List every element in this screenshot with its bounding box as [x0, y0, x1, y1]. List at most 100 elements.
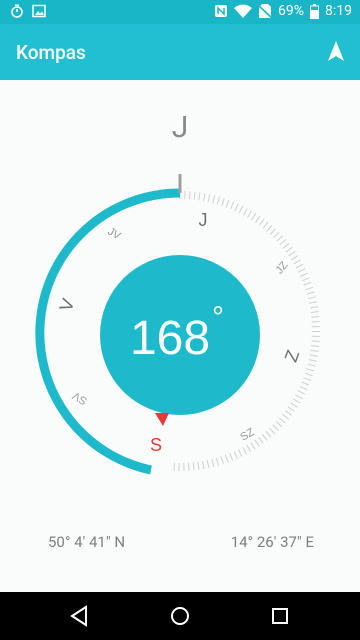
tick-mark: [251, 213, 257, 221]
timer-icon: [11, 4, 23, 18]
tick-mark: [308, 301, 318, 304]
navigation-arrow-icon[interactable]: [326, 40, 346, 62]
tick-mark: [311, 340, 320, 342]
tick-mark: [299, 385, 308, 391]
tick-mark: [299, 272, 308, 277]
label-jv: JV: [105, 226, 123, 243]
tick-mark: [269, 427, 276, 435]
tick-mark: [308, 359, 317, 362]
tick-mark: [309, 354, 318, 357]
tick-mark: [290, 402, 298, 408]
tick-mark: [266, 224, 273, 232]
tick-mark: [288, 250, 296, 257]
tick-mark: [258, 436, 264, 444]
tick-mark: [207, 194, 211, 203]
status-time: 8:19: [325, 3, 352, 19]
tick-mark: [238, 205, 244, 214]
tick-mark: [287, 406, 295, 412]
tick-mark: [261, 433, 268, 441]
tick-mark: [276, 235, 283, 242]
tick-mark: [265, 430, 272, 438]
tick-mark: [311, 316, 320, 318]
tick-mark: [282, 243, 290, 249]
tick-mark: [295, 263, 304, 269]
tick-mark: [292, 398, 301, 404]
tick-mark: [211, 458, 215, 468]
tick-mark: [285, 246, 293, 253]
tick-mark: [273, 231, 280, 239]
tick-mark: [303, 377, 312, 381]
system-nav-bar: [0, 592, 360, 640]
battery-icon: [310, 3, 319, 19]
tick-mark: [297, 390, 306, 395]
tick-mark: [269, 228, 276, 235]
tick-mark: [206, 460, 210, 469]
battery-percent: 69%: [278, 3, 304, 19]
tick-mark: [278, 417, 286, 424]
tick-mark: [301, 277, 310, 282]
tick-mark: [215, 457, 220, 466]
tick-mark: [310, 311, 319, 314]
tick-mark: [197, 461, 200, 470]
tick-mark: [234, 203, 239, 212]
tick-mark: [220, 456, 224, 465]
tick-mark: [225, 199, 230, 208]
tick-mark: [242, 207, 248, 216]
tick-mark: [304, 372, 313, 377]
tick-mark: [290, 255, 299, 261]
status-bar: 69% 8:19: [0, 0, 360, 24]
label-z: Z: [281, 347, 304, 364]
tick-mark: [262, 221, 269, 229]
tick-mark: [230, 201, 235, 210]
tick-mark: [311, 321, 320, 323]
tick-mark: [297, 268, 306, 273]
tick-mark: [305, 286, 314, 291]
tick-mark: [307, 363, 316, 367]
tick-mark: [295, 394, 303, 400]
home-circle-icon[interactable]: [168, 604, 192, 628]
tick-mark: [250, 442, 256, 450]
tick-mark: [193, 191, 196, 200]
tick-mark: [212, 195, 216, 204]
app-title: Kompas: [16, 41, 86, 64]
tick-mark: [306, 368, 315, 372]
tick-mark: [216, 196, 220, 205]
tick-mark: [203, 193, 206, 202]
tick-mark: [242, 446, 247, 455]
tick-mark: [311, 345, 320, 347]
status-right: 69% 8:19: [214, 3, 352, 19]
tick-mark: [303, 281, 312, 286]
tick-mark: [202, 461, 205, 469]
tick-mark: [310, 349, 319, 352]
tick-mark: [246, 444, 252, 453]
tick-mark: [237, 449, 243, 457]
tick-mark: [301, 381, 310, 386]
tick-mark: [254, 215, 261, 223]
tick-mark: [192, 462, 195, 471]
tick-mark: [293, 259, 301, 265]
south-marker-icon: [155, 413, 169, 426]
label-v: V: [56, 296, 79, 314]
image-icon: [32, 4, 46, 18]
compass-dial[interactable]: 168 ° J JZ Z SZ S SV V JV: [0, 80, 360, 592]
longitude-value: 14° 26' 37" E: [230, 533, 314, 551]
status-left-icons: [10, 4, 46, 18]
label-jz: JZ: [273, 259, 290, 276]
degrees-value: 168: [130, 312, 210, 365]
tick-mark: [284, 410, 293, 416]
latitude-value: 50° 4' 41" N: [48, 533, 126, 551]
tick-mark: [309, 306, 318, 309]
tick-mark: [233, 451, 238, 459]
tick-mark: [188, 462, 190, 471]
label-s[interactable]: S: [150, 435, 162, 455]
tick-mark: [275, 421, 283, 428]
tick-mark: [198, 192, 201, 201]
recents-square-icon[interactable]: [268, 604, 292, 628]
back-triangle-icon[interactable]: [68, 604, 92, 628]
tick-mark: [229, 453, 234, 461]
tick-mark: [188, 191, 191, 200]
app-bar: Kompas: [0, 24, 360, 80]
tick-mark: [254, 439, 260, 447]
tick-mark: [221, 198, 225, 206]
wifi-icon: [234, 4, 252, 18]
